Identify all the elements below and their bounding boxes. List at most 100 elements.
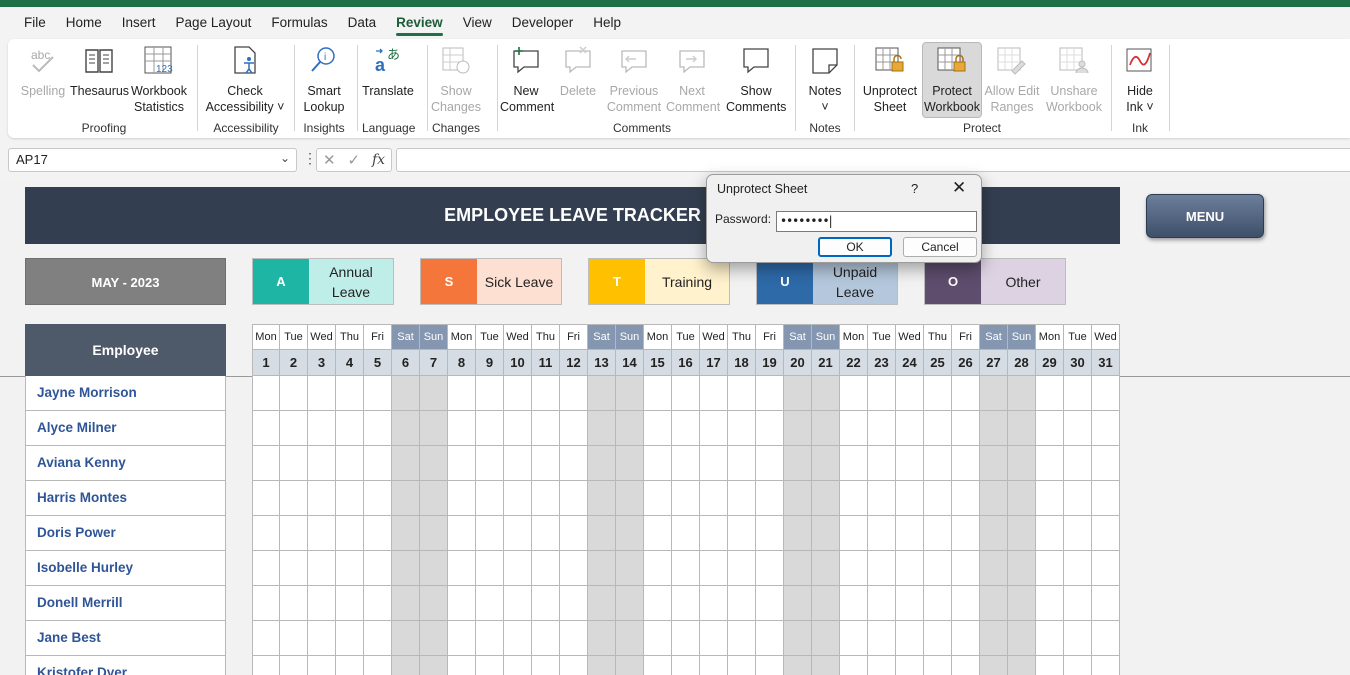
leave-cell[interactable] xyxy=(588,411,616,446)
unshare-workbook-button[interactable]: Unshare Workbook xyxy=(1044,43,1104,115)
leave-cell[interactable] xyxy=(532,376,560,411)
leave-cell[interactable] xyxy=(336,656,364,675)
leave-cell[interactable] xyxy=(616,411,644,446)
leave-cell[interactable] xyxy=(756,411,784,446)
leave-cell[interactable] xyxy=(308,446,336,481)
leave-cell[interactable] xyxy=(980,656,1008,675)
leave-cell[interactable] xyxy=(924,411,952,446)
leave-cell[interactable] xyxy=(308,656,336,675)
leave-cell[interactable] xyxy=(532,446,560,481)
cancel-entry-icon[interactable]: ✕ xyxy=(323,151,336,169)
leave-cell[interactable] xyxy=(1092,621,1120,656)
leave-cell[interactable] xyxy=(728,656,756,675)
leave-cell[interactable] xyxy=(392,516,420,551)
leave-cell[interactable] xyxy=(280,656,308,675)
leave-cell[interactable] xyxy=(756,586,784,621)
smart-lookup-button[interactable]: i Smart Lookup xyxy=(300,43,348,115)
leave-cell[interactable] xyxy=(392,586,420,621)
leave-cell[interactable] xyxy=(896,481,924,516)
leave-cell[interactable] xyxy=(952,551,980,586)
leave-cell[interactable] xyxy=(896,446,924,481)
delete-comment-button[interactable]: Delete xyxy=(556,43,600,99)
leave-cell[interactable] xyxy=(644,621,672,656)
confirm-entry-icon[interactable]: ✓ xyxy=(347,151,360,169)
leave-cell[interactable] xyxy=(1064,446,1092,481)
leave-cell[interactable] xyxy=(448,516,476,551)
leave-cell[interactable] xyxy=(476,516,504,551)
leave-cell[interactable] xyxy=(336,516,364,551)
hide-ink-button[interactable]: Hide Ink ˅ xyxy=(1120,43,1160,115)
leave-cell[interactable] xyxy=(476,586,504,621)
leave-cell[interactable] xyxy=(728,376,756,411)
chevron-down-icon[interactable]: ⌄ xyxy=(280,151,290,165)
menu-tab-home[interactable]: Home xyxy=(56,7,112,39)
leave-cell[interactable] xyxy=(868,481,896,516)
leave-cell[interactable] xyxy=(280,481,308,516)
leave-cell[interactable] xyxy=(840,481,868,516)
leave-cell[interactable] xyxy=(448,411,476,446)
leave-cell[interactable] xyxy=(420,446,448,481)
leave-cell[interactable] xyxy=(868,516,896,551)
leave-cell[interactable] xyxy=(924,481,952,516)
leave-cell[interactable] xyxy=(476,621,504,656)
leave-cell[interactable] xyxy=(924,551,952,586)
leave-cell[interactable] xyxy=(700,446,728,481)
menu-tab-insert[interactable]: Insert xyxy=(112,7,166,39)
leave-cell[interactable] xyxy=(868,446,896,481)
leave-cell[interactable] xyxy=(700,551,728,586)
leave-cell[interactable] xyxy=(1036,481,1064,516)
workbook-statistics-button[interactable]: 123 Workbook Statistics xyxy=(128,43,190,115)
leave-cell[interactable] xyxy=(1008,621,1036,656)
leave-cell[interactable] xyxy=(1064,376,1092,411)
leave-cell[interactable] xyxy=(672,656,700,675)
show-comments-button[interactable]: Show Comments xyxy=(726,43,786,115)
leave-cell[interactable] xyxy=(252,586,280,621)
employee-name-cell[interactable]: Kristofer Dyer xyxy=(25,656,226,675)
leave-cell[interactable] xyxy=(532,586,560,621)
leave-cell[interactable] xyxy=(896,621,924,656)
leave-cell[interactable] xyxy=(588,516,616,551)
leave-cell[interactable] xyxy=(756,481,784,516)
leave-cell[interactable] xyxy=(420,516,448,551)
leave-cell[interactable] xyxy=(560,621,588,656)
leave-cell[interactable] xyxy=(252,656,280,675)
employee-name-cell[interactable]: Aviana Kenny xyxy=(25,446,226,481)
leave-cell[interactable] xyxy=(560,446,588,481)
leave-cell[interactable] xyxy=(1036,656,1064,675)
leave-cell[interactable] xyxy=(1092,481,1120,516)
leave-cell[interactable] xyxy=(672,411,700,446)
leave-cell[interactable] xyxy=(1092,446,1120,481)
leave-cell[interactable] xyxy=(336,586,364,621)
leave-cell[interactable] xyxy=(812,551,840,586)
menu-tab-view[interactable]: View xyxy=(453,7,502,39)
leave-cell[interactable] xyxy=(616,481,644,516)
leave-cell[interactable] xyxy=(448,446,476,481)
more-options-icon[interactable]: ⋮ xyxy=(303,150,317,167)
leave-cell[interactable] xyxy=(840,516,868,551)
leave-cell[interactable] xyxy=(896,586,924,621)
leave-cell[interactable] xyxy=(700,411,728,446)
leave-cell[interactable] xyxy=(476,411,504,446)
leave-cell[interactable] xyxy=(756,516,784,551)
leave-cell[interactable] xyxy=(840,656,868,675)
leave-cell[interactable] xyxy=(840,446,868,481)
leave-cell[interactable] xyxy=(1008,446,1036,481)
leave-cell[interactable] xyxy=(756,551,784,586)
leave-cell[interactable] xyxy=(308,551,336,586)
leave-cell[interactable] xyxy=(1008,516,1036,551)
leave-cell[interactable] xyxy=(448,656,476,675)
leave-cell[interactable] xyxy=(896,656,924,675)
leave-cell[interactable] xyxy=(252,621,280,656)
leave-cell[interactable] xyxy=(812,621,840,656)
leave-cell[interactable] xyxy=(644,481,672,516)
leave-cell[interactable] xyxy=(364,586,392,621)
leave-cell[interactable] xyxy=(336,376,364,411)
leave-cell[interactable] xyxy=(840,551,868,586)
leave-cell[interactable] xyxy=(616,586,644,621)
leave-cell[interactable] xyxy=(420,551,448,586)
leave-cell[interactable] xyxy=(476,376,504,411)
leave-cell[interactable] xyxy=(728,411,756,446)
leave-cell[interactable] xyxy=(644,551,672,586)
leave-cell[interactable] xyxy=(840,621,868,656)
leave-cell[interactable] xyxy=(672,516,700,551)
